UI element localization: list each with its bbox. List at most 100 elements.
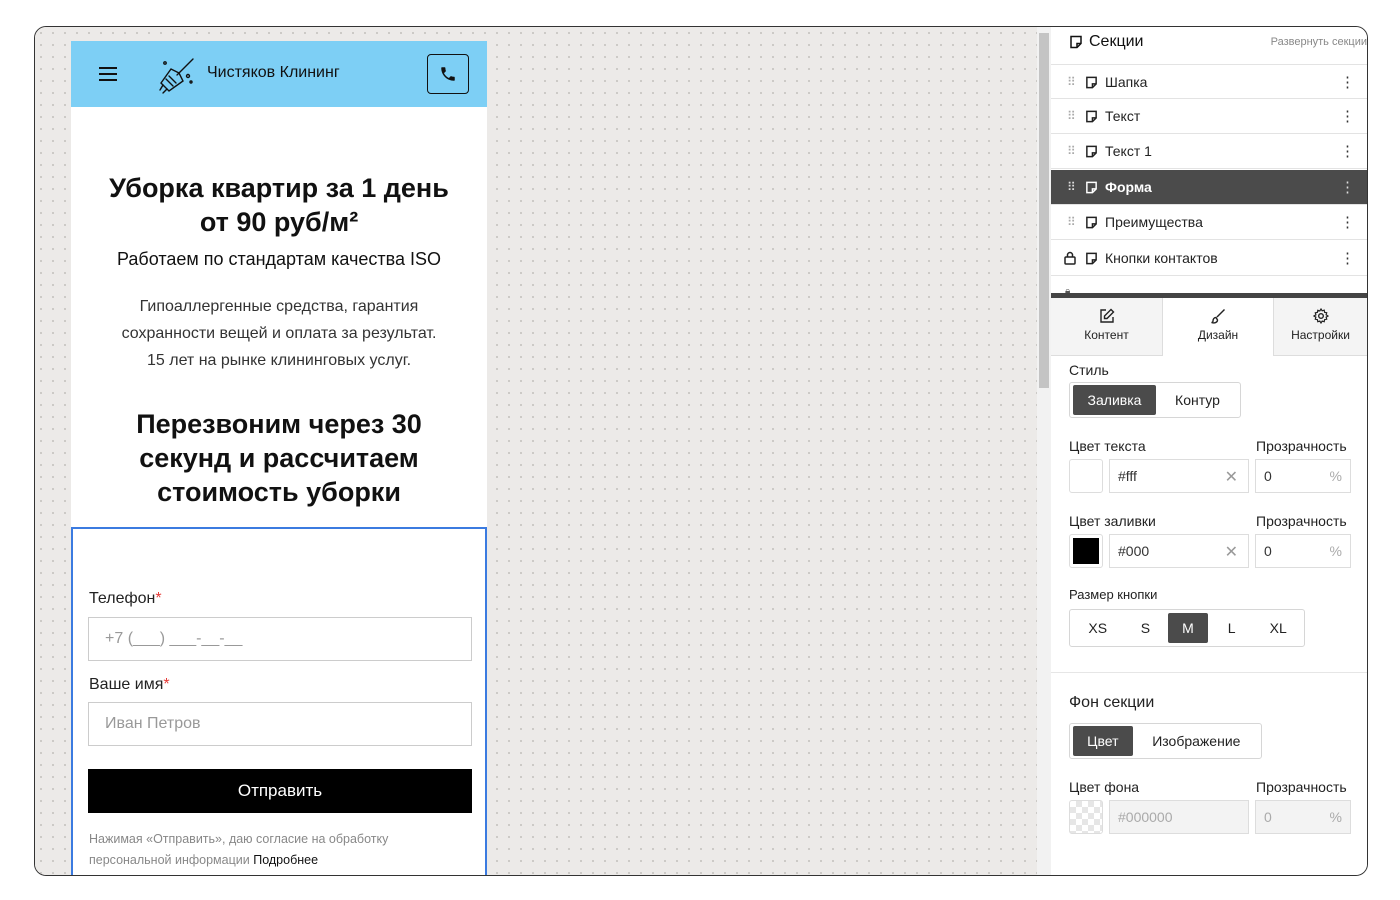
call-button[interactable]: [427, 54, 469, 94]
clear-icon[interactable]: ✕: [1225, 542, 1238, 562]
brush-icon: [1211, 309, 1225, 324]
text-color-input[interactable]: #fff ✕: [1109, 459, 1249, 493]
section-item-shapka[interactable]: ⠿ Шапка ⋮: [1051, 64, 1367, 99]
tab-label: Дизайн: [1197, 328, 1239, 342]
consent-text: Нажимая «Отправить», даю согласие на обр…: [89, 829, 469, 871]
section-item-label: Шапка: [1105, 74, 1148, 90]
more-options-icon[interactable]: ⋮: [1340, 249, 1355, 267]
tab-label: Контент: [1084, 328, 1129, 342]
drag-handle-icon[interactable]: ⠿: [1067, 109, 1076, 123]
drag-handle-icon[interactable]: ⠿: [1067, 180, 1076, 194]
section-item-label: Форма: [1105, 179, 1152, 195]
more-options-icon[interactable]: ⋮: [1340, 213, 1355, 231]
name-label-text: Ваше имя: [89, 676, 164, 693]
fill-color-input[interactable]: #000 ✕: [1109, 534, 1249, 568]
tab-design[interactable]: Дизайн: [1163, 298, 1273, 356]
phone-input[interactable]: +7 (___) ___-__-__: [88, 617, 472, 661]
button-size-label: Размер кнопки: [1069, 587, 1158, 602]
bg-color-option[interactable]: Цвет: [1073, 726, 1133, 756]
style-outline-option[interactable]: Контур: [1158, 385, 1237, 415]
page-description: Гипоаллергенные средства, гарантия сохра…: [91, 293, 467, 374]
scrollbar-thumb[interactable]: [1039, 33, 1049, 388]
fill-color-label: Цвет заливки: [1069, 513, 1156, 529]
text-color-label: Цвет текста: [1069, 438, 1146, 454]
drag-handle-icon[interactable]: ⠿: [1067, 144, 1076, 158]
style-toggle: Заливка Контур: [1069, 382, 1241, 418]
button-size-toggle: XS S M L XL: [1069, 609, 1305, 647]
description-line: сохранности вещей и оплата за результат.: [121, 325, 437, 342]
more-options-icon[interactable]: ⋮: [1340, 142, 1355, 160]
consent-details-link[interactable]: Подробнее: [253, 853, 318, 867]
section-bg-label: Фон секции: [1069, 694, 1155, 711]
page-icon: [1086, 252, 1097, 265]
size-s-option[interactable]: S: [1125, 613, 1167, 643]
editor-window: Чистяков Клининг Уборка квартир за 1 ден…: [34, 26, 1368, 876]
style-label: Стиль: [1069, 362, 1109, 378]
sections-header: Секции Развернуть секции: [1051, 27, 1367, 57]
percent-sign: %: [1329, 468, 1342, 484]
section-item-advantages[interactable]: ⠿ Преимущества ⋮: [1051, 205, 1367, 240]
menu-icon[interactable]: [99, 67, 117, 81]
size-xl-option[interactable]: XL: [1255, 613, 1301, 643]
callback-heading: Перезвоним через 30 секунд и рассчитаем …: [91, 407, 467, 509]
size-l-option[interactable]: L: [1210, 613, 1254, 643]
fill-opacity-input[interactable]: 0%: [1255, 534, 1351, 568]
submit-button[interactable]: Отправить: [88, 769, 472, 813]
text-opacity-label: Прозрачность: [1256, 438, 1347, 454]
bg-color-value: #000000: [1118, 809, 1173, 825]
section-item-text[interactable]: ⠿ Текст ⋮: [1051, 99, 1367, 134]
section-item-label: Кнопки контактов: [1105, 250, 1218, 266]
headline-line: от 90 руб/м²: [199, 207, 359, 237]
lock-icon: [1064, 251, 1076, 265]
phone-icon: [441, 67, 455, 81]
size-xs-option[interactable]: XS: [1073, 613, 1123, 643]
sections-title-text: Секции: [1089, 33, 1144, 50]
drag-dots-icon[interactable]: •••: [1203, 287, 1214, 298]
site-header[interactable]: Чистяков Клининг: [71, 41, 487, 107]
section-item-text-1[interactable]: ⠿ Текст 1 ⋮: [1051, 134, 1367, 169]
more-options-icon[interactable]: ⋮: [1340, 73, 1355, 91]
page-icon: [1086, 110, 1097, 123]
style-fill-option[interactable]: Заливка: [1073, 385, 1156, 415]
bg-opacity-input[interactable]: 0%: [1255, 800, 1351, 834]
headline-line: Уборка квартир за 1 день: [109, 173, 449, 203]
bg-color-swatch[interactable]: [1069, 800, 1103, 834]
form-section-selected[interactable]: Телефон* +7 (___) ___-__-__ Ваше имя* Ив…: [71, 527, 487, 875]
page-icon: [1086, 181, 1097, 194]
bg-image-option[interactable]: Изображение: [1135, 726, 1258, 756]
callback-line: Перезвоним через 30: [136, 409, 422, 439]
brand-name: Чистяков Клининг: [207, 64, 340, 81]
percent-sign: %: [1329, 809, 1342, 825]
clear-icon[interactable]: ✕: [1225, 467, 1238, 487]
bg-color-label: Цвет фона: [1069, 779, 1140, 795]
drag-handle-icon[interactable]: ⠿: [1067, 215, 1076, 229]
fill-color-value: #000: [1118, 543, 1150, 559]
broom-icon: [159, 58, 194, 94]
text-opacity-input[interactable]: 0%: [1255, 459, 1351, 493]
page-icon: [1086, 145, 1097, 158]
editor-canvas: Чистяков Клининг Уборка квартир за 1 ден…: [35, 27, 1037, 875]
canvas-scrollbar[interactable]: [1037, 27, 1051, 875]
lock-icon: 🔒︎: [1065, 286, 1071, 293]
text-color-swatch[interactable]: [1069, 459, 1103, 493]
description-line: Гипоаллергенные средства, гарантия: [139, 298, 419, 315]
sections-title: Секции: [1069, 33, 1144, 51]
more-options-icon[interactable]: ⋮: [1340, 178, 1355, 196]
drag-handle-icon[interactable]: ⠿: [1067, 75, 1076, 89]
tab-settings[interactable]: Настройки: [1273, 298, 1367, 356]
size-m-option[interactable]: M: [1168, 613, 1208, 643]
callback-line: секунд и рассчитаем: [139, 443, 419, 473]
name-input[interactable]: Иван Петров: [88, 702, 472, 746]
percent-sign: %: [1329, 543, 1342, 559]
bg-color-input[interactable]: #000000: [1109, 800, 1249, 834]
more-options-icon[interactable]: ⋮: [1340, 107, 1355, 125]
section-item-form[interactable]: ⠿ Форма ⋮: [1051, 170, 1367, 205]
settings-tabs: Контент Дизайн Настройки: [1051, 298, 1367, 356]
section-item-contact-buttons[interactable]: Кнопки контактов ⋮: [1051, 241, 1367, 276]
page-icon: [1086, 76, 1097, 89]
expand-sections-link[interactable]: Развернуть секции: [1271, 36, 1367, 48]
tab-content[interactable]: Контент: [1051, 298, 1163, 356]
edit-icon: [1099, 308, 1114, 323]
fill-color-swatch[interactable]: [1069, 534, 1103, 568]
bg-opacity-label: Прозрачность: [1256, 779, 1347, 795]
